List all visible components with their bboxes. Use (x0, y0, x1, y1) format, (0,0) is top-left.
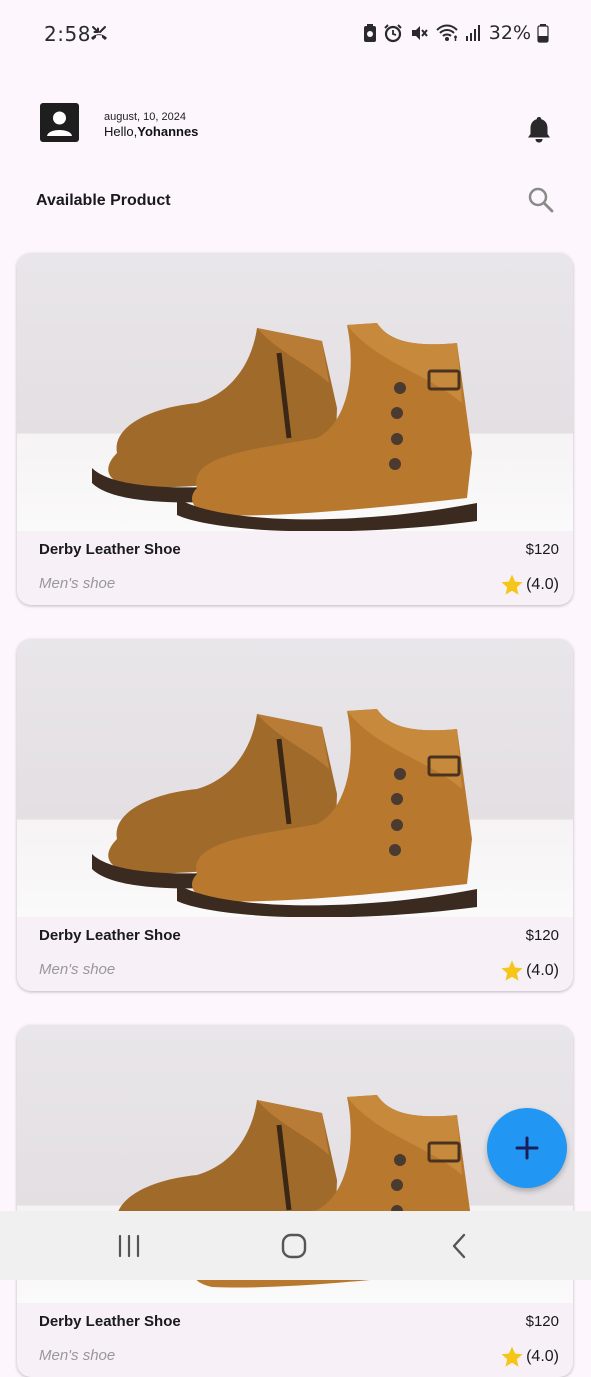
product-name: Derby Leather Shoe (39, 1313, 181, 1330)
bell-icon[interactable] (525, 114, 553, 144)
plus-icon (515, 1136, 539, 1160)
product-card[interactable]: Derby Leather Shoe $120 Men's shoe (4.0) (17, 253, 573, 605)
person-icon[interactable] (40, 103, 79, 142)
star-icon (501, 574, 523, 595)
greeting-prefix: Hello, (104, 124, 138, 139)
product-price: $120 (525, 927, 559, 944)
rating-value: (4.0) (526, 576, 559, 593)
product-card[interactable]: Derby Leather Shoe $120 Men's shoe (4.0) (17, 1025, 573, 1377)
product-category: Men's shoe (39, 961, 116, 978)
product-image (17, 253, 573, 531)
product-rating: (4.0) (500, 959, 559, 983)
header-date: august, 10, 2024 (104, 111, 186, 123)
wifi-icon (436, 24, 458, 41)
app-header: august, 10, 2024 Hello,Yohannes (0, 100, 591, 148)
home-icon[interactable] (279, 1231, 309, 1261)
system-nav-bar (0, 1211, 591, 1280)
header-text: august, 10, 2024 Hello,Yohannes (104, 111, 198, 139)
status-time: 2:58 (44, 22, 91, 46)
battery-percentage: 32% (488, 22, 531, 44)
mute-icon (411, 26, 428, 40)
star-icon (501, 1346, 523, 1367)
product-name: Derby Leather Shoe (39, 927, 181, 944)
product-rating: (4.0) (500, 573, 559, 597)
rating-value: (4.0) (526, 962, 559, 979)
product-price: $120 (525, 541, 559, 558)
search-icon[interactable] (527, 186, 555, 214)
back-icon[interactable] (445, 1231, 475, 1261)
section-title: Available Product (36, 192, 171, 209)
battery-icon (537, 24, 549, 43)
product-image (17, 639, 573, 917)
product-price: $120 (525, 1313, 559, 1330)
product-category: Men's shoe (39, 575, 116, 592)
product-rating: (4.0) (500, 1345, 559, 1369)
status-bar: 2:58 32% (0, 0, 591, 70)
user-name: Yohannes (137, 124, 199, 139)
signal-icon (465, 25, 480, 41)
header-greeting: Hello,Yohannes (104, 124, 198, 139)
recent-apps-icon[interactable] (114, 1231, 144, 1261)
missed-call-icon (91, 26, 107, 40)
add-product-button[interactable] (487, 1108, 567, 1188)
product-card[interactable]: Derby Leather Shoe $120 Men's shoe (4.0) (17, 639, 573, 991)
product-name: Derby Leather Shoe (39, 541, 181, 558)
battery-saver-icon (363, 24, 376, 42)
product-category: Men's shoe (39, 1347, 116, 1364)
alarm-icon (384, 24, 402, 43)
star-icon (501, 960, 523, 981)
rating-value: (4.0) (526, 1348, 559, 1365)
